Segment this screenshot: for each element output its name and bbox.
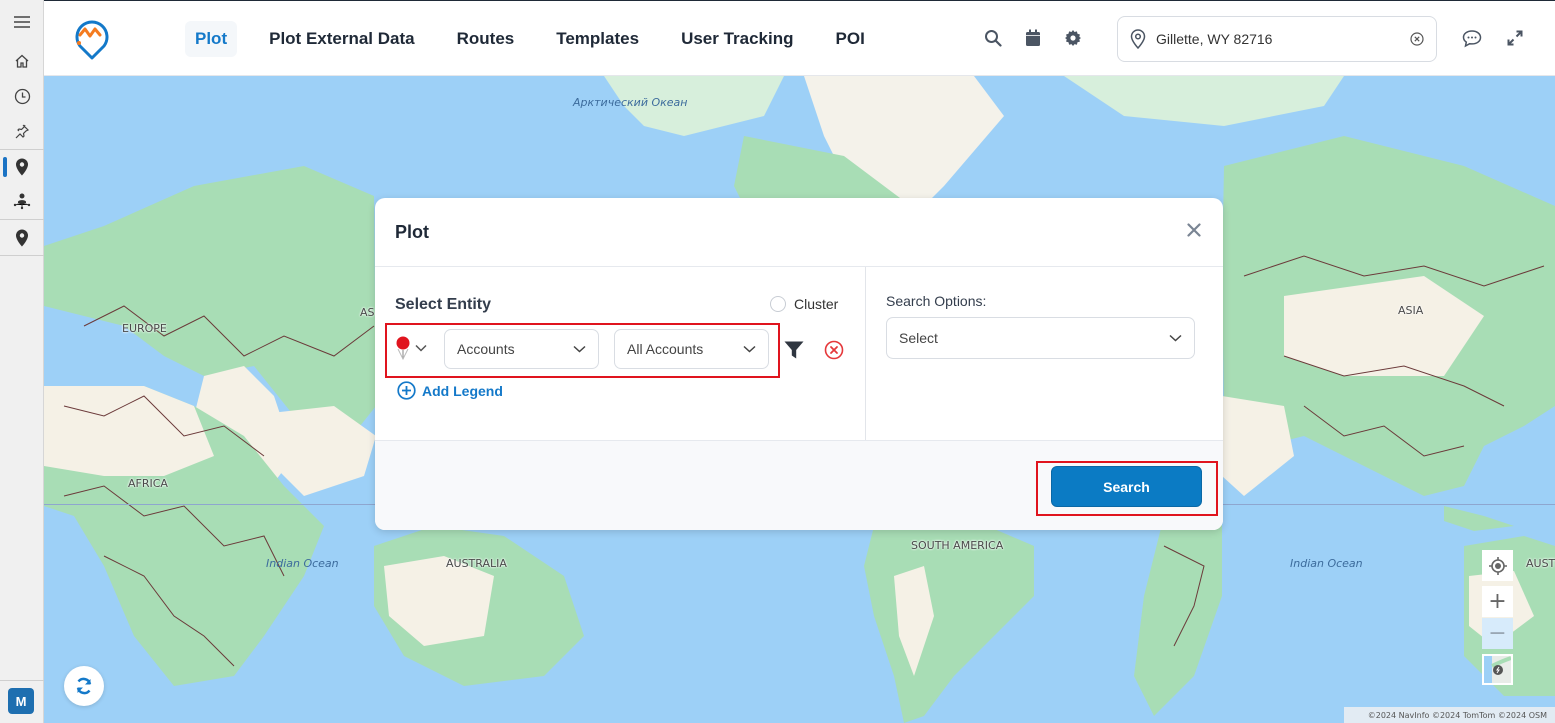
chevron-down-icon	[573, 345, 586, 353]
sidebar-item-pinned[interactable]	[0, 116, 44, 146]
map-label-south-america: SOUTH AMERICA	[911, 539, 1004, 552]
map-label-indian-ocean: Indian Ocean	[266, 557, 339, 570]
map-label-australia: AUSTRALIA	[1526, 557, 1555, 570]
header-toolbar	[982, 27, 1084, 49]
remove-circle-icon	[824, 340, 844, 360]
calendar-button[interactable]	[1022, 27, 1044, 49]
map-label-indian-ocean: Indian Ocean	[1290, 557, 1363, 570]
pin-icon	[15, 124, 30, 139]
locate-icon	[1488, 556, 1507, 575]
map-attribution: ©2024 NavInfo ©2024 TomTom ©2024 OSM	[1343, 707, 1555, 723]
add-legend-button[interactable]: Add Legend	[397, 381, 503, 400]
clock-icon	[14, 88, 30, 104]
expand-icon	[1507, 30, 1523, 46]
left-sidebar: M	[0, 0, 44, 723]
chevron-down-icon	[743, 345, 756, 353]
sidebar-item-home[interactable]	[0, 46, 44, 76]
tab-plot[interactable]: Plot	[185, 21, 238, 57]
main-nav: Plot Plot External Data Routes Templates…	[185, 21, 897, 57]
refresh-icon	[76, 677, 92, 695]
refresh-button[interactable]	[64, 666, 104, 706]
home-icon	[15, 54, 29, 68]
sidebar-item-poi[interactable]	[0, 223, 44, 253]
chevron-down-icon	[415, 344, 427, 352]
location-search-field[interactable]: Gillette, WY 82716	[1117, 16, 1437, 62]
entity-type-value: Accounts	[457, 341, 515, 357]
top-header: Plot Plot External Data Routes Templates…	[44, 0, 1555, 76]
search-options-panel: Search Options: Select	[866, 267, 1223, 440]
map-label-africa: AFRICA	[128, 477, 168, 490]
dialog-header: Plot	[375, 198, 1223, 267]
plot-dialog: Plot Select Entity Cluster Accounts All …	[375, 198, 1223, 530]
select-entity-label: Select Entity	[395, 296, 492, 313]
layer-thumbnail	[1484, 656, 1511, 683]
locate-button[interactable]	[1482, 550, 1513, 581]
cluster-label: Cluster	[794, 296, 839, 312]
sidebar-item-history[interactable]	[0, 81, 44, 111]
tab-user-tracking[interactable]: User Tracking	[671, 21, 803, 57]
fullscreen-button[interactable]	[1504, 27, 1526, 49]
dialog-title: Plot	[395, 222, 429, 242]
map-label-asia-partial: AS	[360, 306, 375, 319]
sidebar-item-user-tracking[interactable]	[0, 186, 44, 216]
map-marker-icon	[16, 158, 28, 176]
map-label-australia: AUSTRALIA	[446, 557, 507, 570]
map-marker-icon	[16, 229, 28, 247]
map-label-arctic-ocean: Арктический Океан	[573, 96, 688, 109]
dialog-body: Select Entity Cluster Accounts All Accou…	[375, 267, 1223, 440]
select-entity-panel: Select Entity Cluster Accounts All Accou…	[375, 267, 866, 440]
zoom-in-button[interactable]: +	[1482, 586, 1513, 617]
chat-button[interactable]	[1461, 27, 1483, 49]
map-label-europe: EUROPE	[122, 322, 167, 335]
close-icon	[1187, 223, 1201, 237]
location-pin-icon	[1130, 29, 1146, 49]
tab-plot-external-data[interactable]: Plot External Data	[259, 21, 425, 57]
sidebar-divider	[0, 149, 44, 150]
red-pin-icon	[396, 336, 410, 360]
cluster-option[interactable]: Cluster	[770, 296, 838, 312]
app-logo[interactable]	[74, 18, 110, 60]
filter-button[interactable]	[784, 341, 804, 363]
calendar-icon	[1026, 29, 1040, 46]
sidebar-item-plot[interactable]	[0, 152, 44, 182]
chat-icon	[1462, 29, 1482, 47]
pin-color-selector[interactable]	[395, 336, 427, 360]
dialog-footer: Search	[375, 440, 1223, 530]
entity-filter-value: All Accounts	[627, 341, 704, 357]
gear-icon	[1065, 30, 1081, 46]
entity-type-dropdown[interactable]: Accounts	[444, 329, 599, 369]
add-legend-label: Add Legend	[422, 382, 503, 399]
menu-button[interactable]	[0, 7, 44, 37]
zoom-out-button[interactable]: −	[1482, 618, 1513, 649]
user-avatar[interactable]: M	[8, 688, 34, 714]
search-options-value: Select	[899, 330, 938, 346]
cluster-radio[interactable]	[770, 296, 786, 312]
tab-templates[interactable]: Templates	[546, 21, 649, 57]
tab-poi[interactable]: POI	[826, 21, 875, 57]
remove-entity-button[interactable]	[824, 340, 844, 364]
map-label-asia: ASIA	[1398, 304, 1424, 317]
tab-routes[interactable]: Routes	[447, 21, 525, 57]
hamburger-icon	[14, 16, 30, 28]
location-value[interactable]: Gillette, WY 82716	[1156, 31, 1410, 47]
sidebar-divider	[0, 255, 44, 256]
entity-filter-dropdown[interactable]: All Accounts	[614, 329, 769, 369]
plus-circle-icon	[397, 381, 416, 400]
settings-button[interactable]	[1062, 27, 1084, 49]
filter-icon	[784, 341, 804, 359]
clear-icon[interactable]	[1410, 32, 1424, 46]
close-button[interactable]	[1187, 222, 1201, 241]
search-icon	[985, 30, 1002, 47]
map-layer-toggle[interactable]	[1482, 654, 1513, 685]
search-button[interactable]	[982, 27, 1004, 49]
africa-right	[1134, 516, 1222, 716]
person-network-icon	[13, 193, 31, 210]
search-submit-button[interactable]: Search	[1051, 466, 1202, 507]
search-options-label: Search Options:	[886, 293, 987, 309]
chevron-down-icon	[1169, 334, 1182, 342]
search-options-dropdown[interactable]: Select	[886, 317, 1195, 359]
sidebar-divider	[0, 219, 44, 220]
sidebar-divider	[0, 680, 44, 681]
